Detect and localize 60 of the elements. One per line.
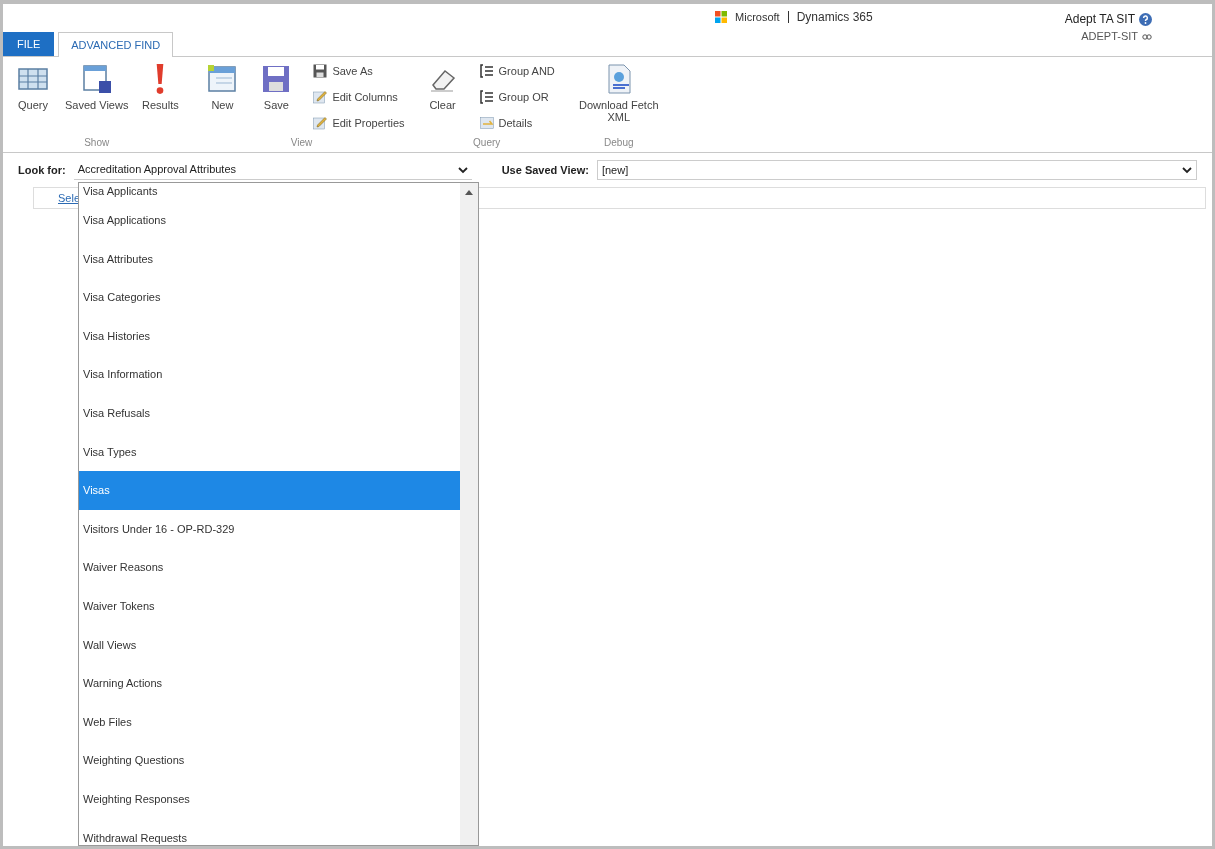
field-label: Use Saved View:	[501, 162, 589, 178]
dropdown-option[interactable]: Visa Information	[79, 355, 460, 394]
ribbon-button[interactable]: Edit Properties	[312, 113, 405, 133]
dropdown-option[interactable]: Visa Histories	[79, 316, 460, 356]
dropdown-option[interactable]: Visitors Under 16 - OP-RD-329	[79, 509, 460, 549]
ribbon-button[interactable]: Edit Columns	[312, 87, 405, 107]
dropdown-option[interactable]: Visa Types	[79, 432, 460, 472]
ribbon-button[interactable]: Query	[9, 61, 57, 111]
user-name: Adept TA SIT	[1064, 11, 1135, 28]
ribbon-button[interactable]: Download Fetch XML	[568, 61, 669, 123]
ribbon-button[interactable]: Save	[252, 61, 301, 111]
brand-name: Microsoft	[735, 9, 780, 25]
ribbon-tab[interactable]: ADVANCED FIND	[58, 32, 174, 57]
dropdown-option[interactable]: Visa Applicants	[79, 183, 460, 201]
group-label: View	[290, 136, 313, 150]
ribbon-button[interactable]: Group OR	[478, 87, 555, 107]
product-name: Dynamics 365	[796, 9, 873, 26]
dropdown-option[interactable]: Withdrawal Requests	[79, 818, 460, 846]
ribbon-button[interactable]: New	[198, 61, 247, 111]
saved-view-dropdown[interactable]: [new]	[596, 160, 1197, 180]
group-label: Show	[84, 136, 110, 150]
ribbon-button[interactable]: Saved Views	[63, 61, 131, 111]
dropdown-option[interactable]: Weighting Responses	[79, 779, 460, 819]
details-icon	[478, 115, 495, 131]
dropdown-option[interactable]: Weighting Questions	[79, 741, 460, 780]
dropdown-option[interactable]: Web Files	[79, 702, 460, 742]
list-bracket-icon	[478, 89, 495, 105]
scroll-up-icon[interactable]	[465, 189, 473, 195]
ribbon-button[interactable]: Clear	[418, 61, 467, 111]
ribbon-tab[interactable]: FILE	[3, 32, 55, 56]
ribbon-button[interactable]: Results	[136, 61, 185, 111]
look-for-dropdown[interactable]: Accreditation Approval Attributes	[73, 160, 472, 180]
edit-icon	[312, 89, 329, 105]
group-label: Query	[473, 136, 501, 150]
saved-views-icon	[80, 63, 113, 95]
list-bracket-icon	[478, 63, 495, 79]
group-label: Debug	[604, 136, 634, 150]
dropdown-option[interactable]: Visa Attributes	[79, 239, 460, 279]
dropdown-option[interactable]: Warning Actions	[79, 664, 460, 703]
ribbon-button[interactable]: Group AND	[478, 61, 555, 81]
scrollbar[interactable]	[460, 183, 478, 845]
dropdown-option[interactable]: Waiver Tokens	[79, 586, 460, 626]
dropdown-option[interactable]: Visa Refusals	[79, 393, 460, 433]
dropdown-option[interactable]: Wall Views	[79, 625, 460, 665]
chevron-down-icon	[1182, 166, 1192, 174]
chevron-down-icon	[457, 165, 468, 174]
ribbon-button[interactable]: Details	[478, 113, 555, 133]
edit-icon	[312, 115, 329, 131]
field-label: Look for:	[18, 162, 66, 178]
organization-name: ADEPT-SIT	[1081, 29, 1138, 44]
link-icon	[1142, 31, 1152, 42]
exclamation-icon	[155, 63, 166, 95]
ribbon-button[interactable]: Save As	[312, 61, 405, 81]
dropdown-option[interactable]: Waiver Reasons	[79, 548, 460, 587]
dropdown-option[interactable]: Visa Categories	[79, 278, 460, 317]
new-view-icon	[206, 63, 239, 95]
logo-icon	[715, 11, 728, 23]
dropdown-option[interactable]: Visa Applications	[79, 201, 460, 240]
help-icon[interactable]	[1139, 12, 1152, 26]
dropdown-option[interactable]: Visas	[79, 471, 460, 510]
